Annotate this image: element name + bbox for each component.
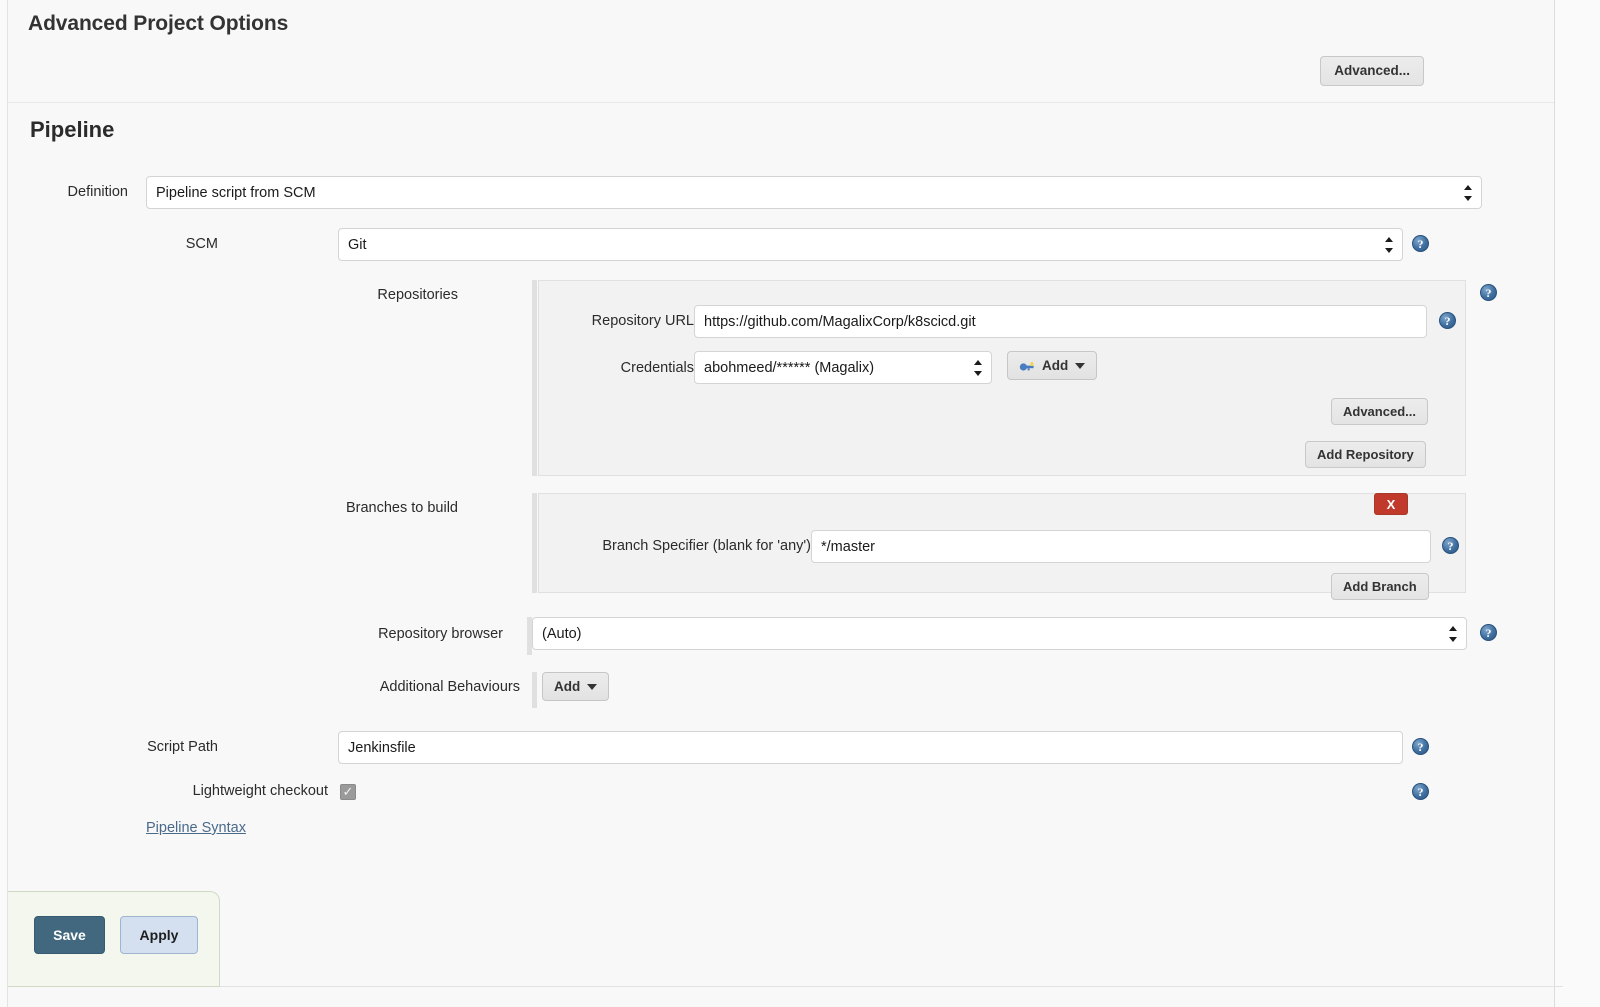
add-credentials-button[interactable]: Add [1007,351,1097,380]
lightweight-checkout-checkbox[interactable]: ✓ [340,784,356,800]
chevron-down-icon [1075,363,1085,369]
save-button[interactable]: Save [34,916,105,954]
check-icon: ✓ [343,786,354,799]
pipeline-title: Pipeline [8,103,1554,143]
add-behaviour-label: Add [554,679,580,694]
add-credentials-label: Add [1042,358,1068,373]
repositories-label: Repositories [308,287,458,303]
repository-url-help-icon[interactable]: ? [1439,312,1456,329]
pipeline-syntax-link[interactable]: Pipeline Syntax [146,820,246,836]
repository-url-input[interactable] [694,305,1427,338]
configuration-panel: Advanced Project Options Advanced... Pip… [7,0,1555,1007]
branches-label: Branches to build [308,500,458,516]
delete-branch-button[interactable]: X [1374,493,1408,515]
repository-advanced-button[interactable]: Advanced... [1331,398,1428,425]
script-path-input[interactable] [338,731,1403,764]
repositories-panel: Repository URL ? Credentials abohmeed/**… [538,280,1466,476]
repositories-nest-bar [532,280,537,476]
repository-url-label: Repository URL [544,313,694,329]
page-root: Advanced Project Options Advanced... Pip… [0,0,1600,1007]
advanced-project-options-title: Advanced Project Options [8,0,1554,36]
branch-specifier-input[interactable] [811,530,1431,563]
scm-label: SCM [128,236,218,252]
lightweight-checkout-help-icon[interactable]: ? [1412,783,1429,800]
lightweight-checkout-label: Lightweight checkout [128,783,328,799]
definition-select[interactable]: Pipeline script from SCM [146,176,1482,209]
branch-specifier-label: Branch Specifier (blank for 'any') [561,538,811,554]
repository-browser-label: Repository browser [308,626,503,642]
form-actions-bar: Save Apply [8,891,220,987]
credentials-label: Credentials [544,360,694,376]
add-repository-button[interactable]: Add Repository [1305,441,1426,468]
script-path-label: Script Path [128,739,218,755]
advanced-button-row: Advanced... [8,36,1554,102]
scm-select[interactable]: Git [338,228,1403,261]
chevron-down-icon [587,684,597,690]
advanced-project-options-section: Advanced Project Options Advanced... [8,0,1554,103]
branch-specifier-help-icon[interactable]: ? [1442,537,1459,554]
bottom-divider [16,986,1563,987]
branches-nest-bar [532,493,537,593]
credentials-select[interactable]: abohmeed/****** (Magalix) [694,351,992,384]
definition-label: Definition [38,184,128,200]
script-path-help-icon[interactable]: ? [1412,738,1429,755]
additional-behaviours-label: Additional Behaviours [308,679,520,695]
advanced-button[interactable]: Advanced... [1320,56,1424,86]
add-behaviour-button[interactable]: Add [542,672,609,701]
repository-browser-select[interactable]: (Auto) [532,617,1467,650]
add-branch-button[interactable]: Add Branch [1331,573,1429,600]
repository-browser-help-icon[interactable]: ? [1480,624,1497,641]
repositories-help-icon[interactable]: ? [1480,284,1497,301]
additional-behaviours-nest-bar [532,672,537,708]
key-icon [1019,360,1035,372]
branches-panel: X Branch Specifier (blank for 'any') ? A… [538,493,1466,593]
apply-button[interactable]: Apply [120,916,198,954]
scm-help-icon[interactable]: ? [1412,235,1429,252]
